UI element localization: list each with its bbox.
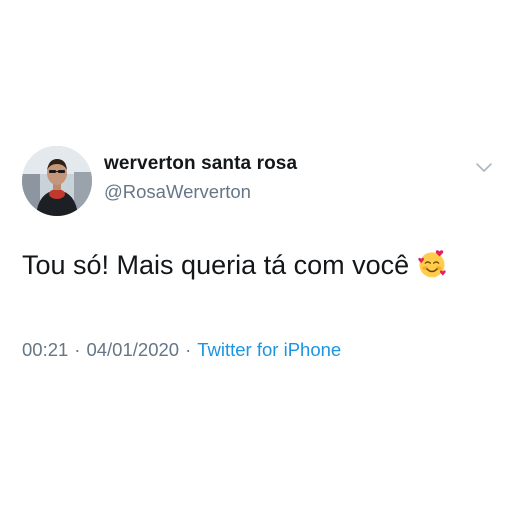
smiling-face-with-hearts-icon	[418, 250, 446, 278]
tweet-meta: 00:21 · 04/01/2020 · Twitter for iPhone	[22, 339, 341, 361]
tweet-text: Tou só! Mais queria tá com você	[22, 248, 447, 282]
meta-separator: ·	[74, 339, 81, 360]
user-handle[interactable]: @RosaWerverton	[104, 181, 251, 203]
avatar-photo	[22, 146, 92, 216]
display-name[interactable]: werverton santa rosa	[104, 153, 297, 175]
tweet-time[interactable]: 00:21	[22, 339, 68, 360]
tweet-card: werverton santa rosa @RosaWerverton Tou …	[0, 0, 512, 512]
tweet-date[interactable]: 04/01/2020	[86, 339, 179, 360]
meta-separator-2: ·	[185, 339, 192, 360]
avatar[interactable]	[22, 146, 92, 216]
tweet-text-content: Tou só! Mais queria tá com você	[22, 250, 410, 280]
chevron-down-icon[interactable]	[474, 161, 494, 175]
tweet-source-link[interactable]: Twitter for iPhone	[197, 339, 341, 360]
